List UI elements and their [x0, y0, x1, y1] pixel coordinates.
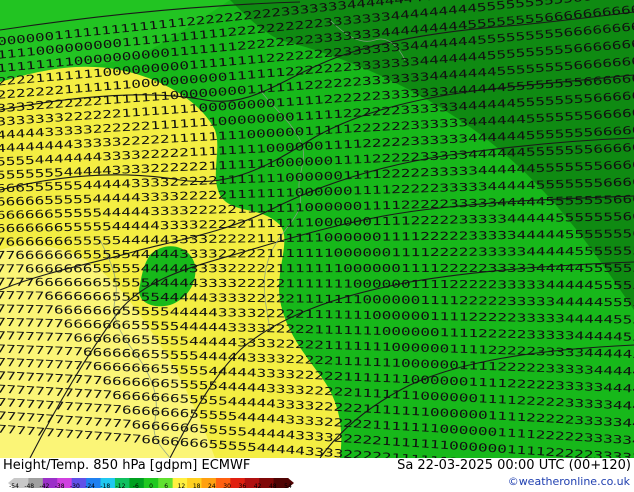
colorbar-tick-label: -12 [115, 483, 126, 490]
colorbar-tick-label: 30 [223, 483, 231, 490]
digit-row: 7776666666555554444433332222211111110000… [0, 262, 634, 276]
credit-link[interactable]: ©weatheronline.co.uk [508, 475, 630, 488]
colorbar-tick-label: -6 [132, 483, 139, 490]
map-panel[interactable]: 0000001111111111111122222222223333333444… [0, 0, 634, 458]
colorbar-tick-label: -18 [100, 483, 111, 490]
colorbar-tick-label: -38 [54, 483, 65, 490]
colorbar-tick-label: 36 [238, 483, 247, 490]
map-footer: Height/Temp. 850 hPa [gdpm] ECMWF Sa 22-… [0, 458, 634, 490]
colorbar-tick-label: 42 [253, 483, 262, 490]
valid-time: Sa 22-03-2025 00:00 UTC (00+120) [397, 458, 631, 473]
temperature-digit-field: 0000001111111111111122222222223333333444… [0, 0, 634, 458]
colorbar-tick-label: -54 [9, 483, 19, 490]
colorbar-tick-label: -42 [39, 483, 50, 490]
colorbar-tick-label: -48 [24, 483, 35, 490]
colorbar-tick-label: 54 [284, 483, 292, 490]
colorbar-tick-label: -24 [85, 483, 96, 490]
colorbar-tick-label: 48 [268, 483, 277, 490]
colorbar-tick-label: 0 [149, 483, 153, 490]
map-canvas[interactable]: 0000001111111111111122222222223333333444… [0, 0, 634, 458]
colorbar-tick-label: 18 [192, 483, 201, 490]
map-title: Height/Temp. 850 hPa [gdpm] ECMWF [3, 458, 251, 473]
colorbar-tick-label: 6 [164, 483, 169, 490]
colorbar-tick-label: 12 [177, 483, 186, 490]
colorbar-tick-label: 24 [208, 483, 216, 490]
colorbar [8, 473, 294, 488]
colorbar-tick-label: -30 [69, 483, 80, 490]
